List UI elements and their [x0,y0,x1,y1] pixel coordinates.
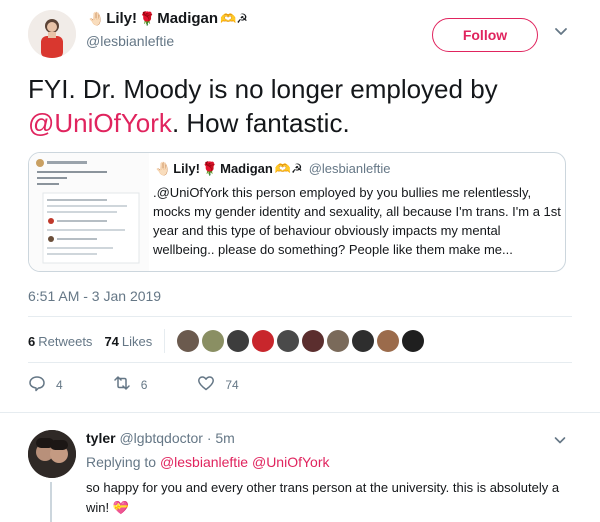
liker-avatar[interactable] [302,330,325,352]
author-avatar[interactable] [28,10,76,58]
liker-avatar[interactable] [252,330,275,352]
likers-avatar-row [177,330,427,352]
divider [28,316,572,317]
stats-separator [164,329,166,353]
liker-avatar[interactable] [202,330,225,352]
author-first-name: Lily! [106,10,138,27]
raised-hand-emoji: 🤚🏻 [88,11,105,26]
like-action[interactable]: 74 [197,374,239,397]
rose-emoji: 🌹 [201,161,219,176]
author-name-line[interactable]: 🤚🏻 Lily! 🌹 Madigan 🫶☭ [86,10,250,27]
replying-to-mentions[interactable]: @lesbianleftie @UniOfYork [160,454,330,470]
replying-to-prefix: Replying to [86,454,160,470]
retweet-count: 6 [140,378,148,392]
tweet-mention-link[interactable]: @UniOfYork [28,108,172,138]
liker-avatar[interactable] [227,330,250,352]
rose-emoji: 🌹 [139,11,156,26]
quoted-author-last-name: Madigan [220,161,273,176]
tweet-header: 🤚🏻 Lily! 🌹 Madigan 🫶☭ @lesbianleftie Fol… [0,0,600,66]
author-last-name: Madigan [157,10,219,27]
quoted-author-first-name: Lily! [173,161,200,176]
retweets-label[interactable]: Retweets [38,334,92,349]
reply-action[interactable]: 4 [28,374,63,397]
reply-icon [28,374,46,397]
quoted-tweet[interactable]: 🤚🏻 Lily! 🌹 Madigan 🫶☭ @lesbianleftie .@U… [28,152,566,272]
quoted-author-handle: @lesbianleftie [308,161,391,176]
heart-hands-emoji: 🫶☭ [220,11,248,26]
reply-text-body: so happy for you and every other trans p… [86,480,560,515]
raised-hand-emoji: 🤚🏻 [155,161,172,176]
liker-avatar[interactable] [177,330,200,352]
divider [28,362,572,363]
quoted-tweet-header: 🤚🏻 Lily! 🌹 Madigan 🫶☭ @lesbianleftie [153,161,391,176]
liker-avatar[interactable] [377,330,400,352]
reply-header: tyler @lgbtqdoctor · 5m [86,430,235,446]
heart-gift-emoji: 💝 [112,500,129,515]
tweet-stats: 6 Retweets 74 Likes [28,324,578,358]
heart-icon [197,374,215,397]
like-count: 74 [225,378,239,392]
chevron-down-icon[interactable] [552,432,568,448]
divider [0,412,600,413]
replying-to: Replying to @lesbianleftie @UniOfYork [86,454,329,470]
retweet-icon [113,374,131,397]
tweet-timestamp[interactable]: 6:51 AM - 3 Jan 2019 [28,288,161,304]
quoted-tweet-text: .@UniOfYork this person employed by you … [153,185,561,257]
chevron-down-icon[interactable] [552,22,570,40]
tweet-text: FYI. Dr. Moody is no longer employed by … [28,72,578,140]
quoted-tweet-thumbnail [29,153,149,271]
liker-avatar[interactable] [352,330,375,352]
liker-avatar[interactable] [402,330,425,352]
author-handle[interactable]: @lesbianleftie [86,33,174,49]
reply-author-name[interactable]: tyler [86,430,116,446]
follow-button[interactable]: Follow [432,18,538,52]
tweet-actions: 4 6 74 [28,372,289,398]
heart-hands-emoji: 🫶☭ [274,161,303,176]
thread-connector [50,482,52,522]
reply-author-handle-time[interactable]: @lgbtqdoctor · 5m [119,430,234,446]
tweet-text-suffix: . How fantastic. [171,108,350,138]
reply-tweet[interactable]: tyler @lgbtqdoctor · 5m Replying to @les… [0,418,600,522]
liker-avatar[interactable] [327,330,350,352]
tweet-text-prefix: FYI. Dr. Moody is no longer employed by [28,74,498,104]
reply-text: so happy for you and every other trans p… [86,478,566,518]
retweet-action[interactable]: 6 [113,374,148,397]
likes-count[interactable]: 74 [104,334,118,349]
likes-label[interactable]: Likes [122,334,152,349]
liker-avatar[interactable] [277,330,300,352]
retweets-count[interactable]: 6 [28,334,35,349]
reply-count: 4 [56,378,63,392]
reply-author-avatar[interactable] [28,430,76,478]
